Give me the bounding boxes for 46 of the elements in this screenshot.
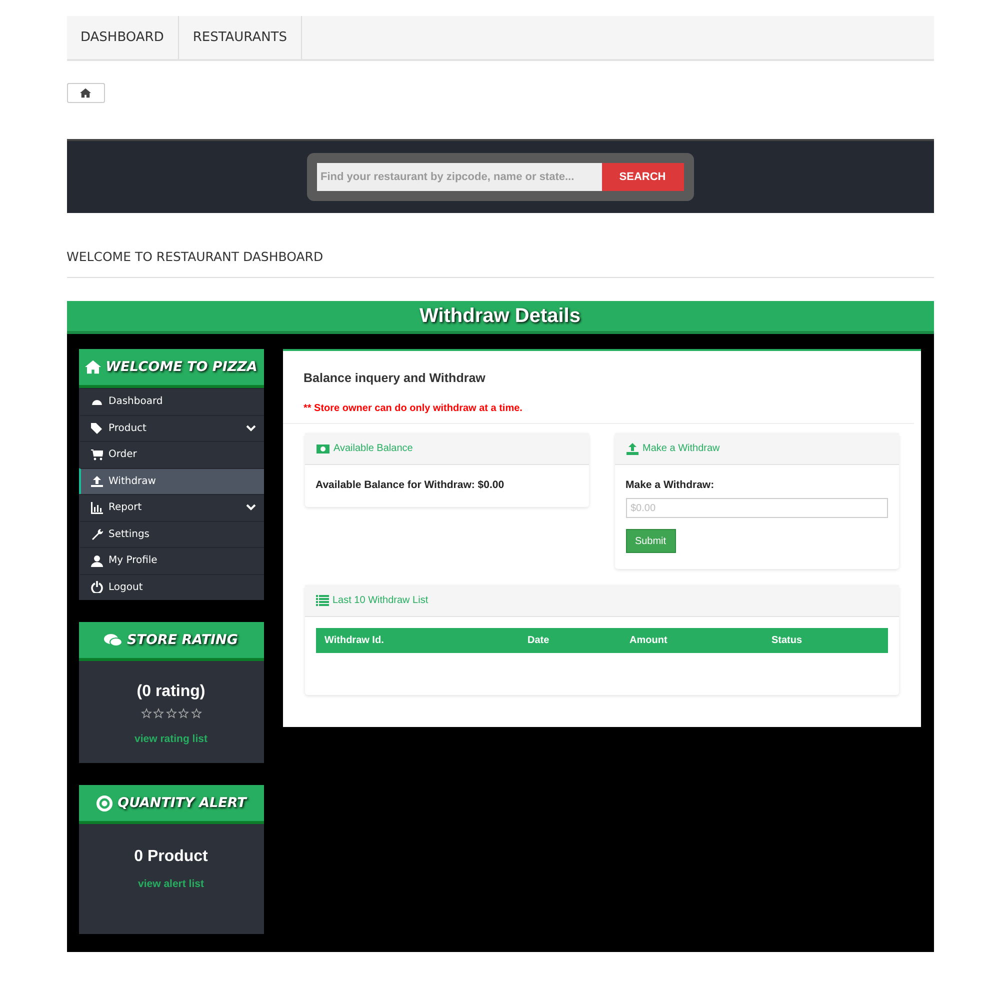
list-icon — [316, 595, 328, 606]
card-title: Available Balance — [334, 443, 413, 454]
alert-list-link[interactable]: view alert list — [138, 878, 204, 890]
sidebar-item[interactable]: Report — [78, 494, 264, 520]
home-breadcrumb[interactable] — [66, 83, 104, 103]
search-button[interactable]: SEARCH — [602, 163, 684, 191]
home-icon — [84, 360, 101, 374]
sidebar-item[interactable]: My Profile — [78, 547, 264, 574]
column-header: Status — [772, 635, 804, 646]
star-icon — [153, 708, 164, 719]
page-heading: WELCOME TO RESTAURANT DASHBOARD — [66, 249, 934, 278]
search-field[interactable]: Find your restaurant by zipcode, name or state... — [316, 163, 602, 191]
sidebar-title: WELCOME TO PIZZA — [78, 349, 264, 388]
nav-tab[interactable]: DASHBOARD — [66, 16, 179, 59]
column-header: Amount — [630, 635, 668, 646]
card-title: Make a Withdraw — [642, 443, 720, 454]
card-title: STORE RATING — [78, 622, 264, 661]
product-count: 0 Product — [134, 848, 208, 866]
amount-field[interactable]: $0.00 — [626, 498, 888, 518]
chevron-down-icon — [246, 504, 256, 512]
card-title: QUANTITY ALERT — [78, 785, 264, 824]
sidebar-item[interactable]: Logout — [78, 574, 264, 600]
sidebar-item[interactable]: Withdraw — [78, 468, 264, 494]
rating-count: (0 rating) — [136, 683, 206, 701]
banknote-icon — [316, 444, 330, 454]
star-icon — [178, 708, 189, 719]
nav-tab[interactable]: RESTAURANTS — [178, 16, 302, 59]
chat-bubbles-icon — [104, 633, 122, 647]
column-header: Date — [528, 635, 550, 646]
chevron-down-icon — [246, 424, 256, 432]
rating-list-link[interactable]: view rating list — [134, 733, 208, 745]
notice-text: ** Store owner can do only withdraw at a time. — [282, 385, 914, 424]
home-icon — [80, 88, 91, 98]
star-icon — [140, 708, 152, 719]
balance-text: Available Balance for Withdraw: $0.00 — [316, 479, 506, 491]
field-label: Make a Withdraw: — [626, 479, 716, 491]
upload-icon — [626, 442, 638, 454]
panel-title: Balance inquery and Withdraw — [302, 370, 486, 385]
sidebar-item[interactable]: Settings — [78, 520, 264, 547]
star-icon — [166, 708, 176, 719]
banner-title: Withdraw Details — [66, 301, 934, 334]
sidebar-item[interactable]: Dashboard — [78, 388, 264, 414]
sidebar-item[interactable]: Product — [78, 414, 264, 441]
card-title: Last 10 Withdraw List — [332, 595, 428, 606]
star-icon — [190, 708, 202, 719]
column-header: Withdraw Id. — [324, 635, 385, 646]
